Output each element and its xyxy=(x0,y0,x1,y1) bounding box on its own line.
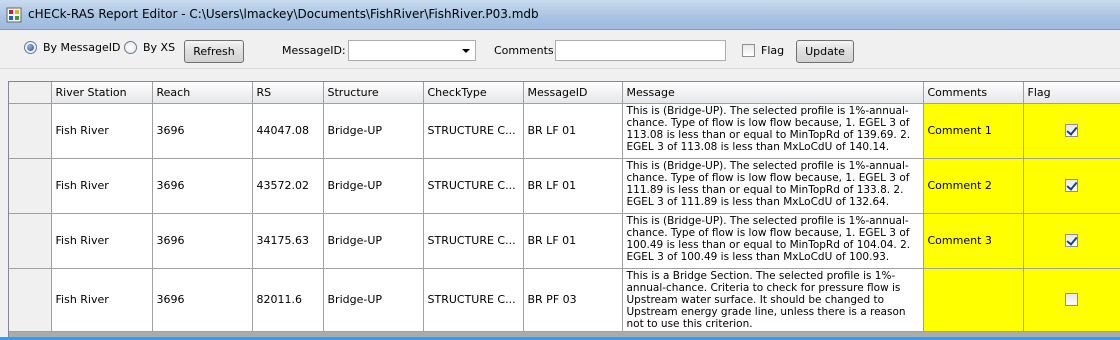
table-row[interactable]: Fish River 3696 44047.08 Bridge-UP STRUC… xyxy=(9,103,1120,159)
cell-flag[interactable] xyxy=(1023,158,1120,214)
cell-structure[interactable]: Bridge-UP xyxy=(323,158,424,214)
column-header-messageid[interactable]: MessageID xyxy=(523,82,623,104)
cell-structure[interactable]: Bridge-UP xyxy=(323,268,424,332)
by-messageid-label[interactable]: By MessageID xyxy=(43,41,120,54)
cell-messageid[interactable]: BR LF 01 xyxy=(523,103,623,159)
header-row: River Station Reach RS Structure CheckTy… xyxy=(9,82,1120,104)
update-button[interactable]: Update xyxy=(796,40,854,63)
chevron-down-icon[interactable] xyxy=(462,49,470,53)
row-flag-checkbox[interactable] xyxy=(1065,293,1078,307)
report-table: River Station Reach RS Structure CheckTy… xyxy=(9,82,1120,332)
flag-label[interactable]: Flag xyxy=(761,44,784,57)
cell-river-station[interactable]: Fish River xyxy=(51,268,153,332)
cell-structure[interactable]: Bridge-UP xyxy=(323,103,424,159)
row-header[interactable] xyxy=(9,103,52,159)
cell-comments[interactable]: Comment 3 xyxy=(923,213,1024,269)
cell-message[interactable]: This is (Bridge-UP). The selected profil… xyxy=(622,103,924,159)
row-header[interactable] xyxy=(9,268,52,332)
row-header[interactable] xyxy=(9,213,52,269)
cell-comments[interactable]: Comment 1 xyxy=(923,103,1024,159)
corner-header[interactable] xyxy=(9,82,52,104)
comments-label: Comments: xyxy=(494,44,558,57)
row-flag-checkbox[interactable] xyxy=(1065,234,1078,248)
column-header-rs[interactable]: RS xyxy=(252,82,324,104)
cell-messageid[interactable]: BR PF 03 xyxy=(523,268,623,332)
messageid-dropdown[interactable] xyxy=(348,40,476,61)
cell-flag[interactable] xyxy=(1023,268,1120,332)
cell-checktype[interactable]: STRUCTURE C... xyxy=(423,103,524,159)
column-header-reach[interactable]: Reach xyxy=(152,82,253,104)
row-flag-checkbox[interactable] xyxy=(1065,124,1078,138)
refresh-button[interactable]: Refresh xyxy=(184,40,244,63)
cell-rs[interactable]: 43572.02 xyxy=(252,158,324,214)
cell-comments[interactable] xyxy=(923,268,1024,332)
cell-messageid[interactable]: BR LF 01 xyxy=(523,158,623,214)
cell-reach[interactable]: 3696 xyxy=(152,213,253,269)
cell-river-station[interactable]: Fish River xyxy=(51,158,153,214)
cell-rs[interactable]: 34175.63 xyxy=(252,213,324,269)
cell-checktype[interactable]: STRUCTURE C... xyxy=(423,268,524,332)
cell-messageid[interactable]: BR LF 01 xyxy=(523,213,623,269)
column-header-checktype[interactable]: CheckType xyxy=(423,82,524,104)
report-grid[interactable]: River Station Reach RS Structure CheckTy… xyxy=(8,81,1120,340)
cell-comments[interactable]: Comment 2 xyxy=(923,158,1024,214)
table-row[interactable]: Fish River 3696 82011.6 Bridge-UP STRUCT… xyxy=(9,268,1120,332)
messageid-label: MessageID: xyxy=(282,44,346,57)
cell-message[interactable]: This is a Bridge Section. The selected p… xyxy=(622,268,924,332)
by-xs-radio[interactable] xyxy=(124,41,137,54)
column-header-message[interactable]: Message xyxy=(622,82,924,104)
column-header-flag[interactable]: Flag xyxy=(1023,82,1120,104)
title-bar: cHECk-RAS Report Editor - C:\Users\lmack… xyxy=(0,0,1120,30)
column-header-river-station[interactable]: River Station xyxy=(51,82,153,104)
cell-rs[interactable]: 82011.6 xyxy=(252,268,324,332)
cell-message[interactable]: This is (Bridge-UP). The selected profil… xyxy=(622,158,924,214)
flag-checkbox[interactable] xyxy=(742,44,755,57)
cell-river-station[interactable]: Fish River xyxy=(51,103,153,159)
cell-message[interactable]: This is (Bridge-UP). The selected profil… xyxy=(622,213,924,269)
by-messageid-radio[interactable] xyxy=(24,41,37,54)
cell-river-station[interactable]: Fish River xyxy=(51,213,153,269)
row-header[interactable] xyxy=(9,158,52,214)
by-xs-label[interactable]: By XS xyxy=(143,41,175,54)
cell-flag[interactable] xyxy=(1023,103,1120,159)
cell-reach[interactable]: 3696 xyxy=(152,103,253,159)
cell-rs[interactable]: 44047.08 xyxy=(252,103,324,159)
column-header-comments[interactable]: Comments xyxy=(923,82,1024,104)
cell-structure[interactable]: Bridge-UP xyxy=(323,213,424,269)
table-row[interactable]: Fish River 3696 43572.02 Bridge-UP STRUC… xyxy=(9,158,1120,214)
app-icon xyxy=(6,7,22,23)
cell-checktype[interactable]: STRUCTURE C... xyxy=(423,158,524,214)
row-flag-checkbox[interactable] xyxy=(1065,179,1078,193)
table-row[interactable]: Fish River 3696 34175.63 Bridge-UP STRUC… xyxy=(9,213,1120,269)
cell-reach[interactable]: 3696 xyxy=(152,158,253,214)
cell-checktype[interactable]: STRUCTURE C... xyxy=(423,213,524,269)
toolbar-divider xyxy=(0,68,1120,69)
comments-input[interactable] xyxy=(555,40,726,61)
window-title: cHECk-RAS Report Editor - C:\Users\lmack… xyxy=(28,7,539,21)
cell-reach[interactable]: 3696 xyxy=(152,268,253,332)
column-header-structure[interactable]: Structure xyxy=(323,82,424,104)
cell-flag[interactable] xyxy=(1023,213,1120,269)
